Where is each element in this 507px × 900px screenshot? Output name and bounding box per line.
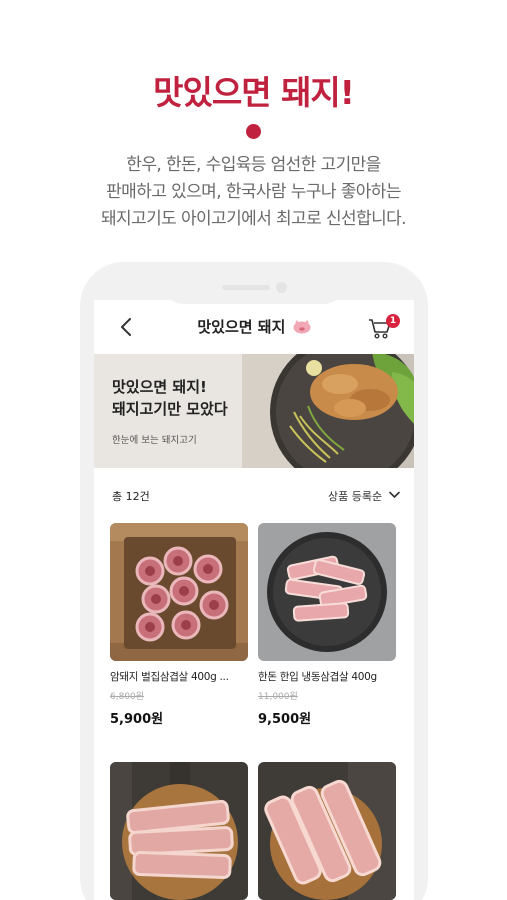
banner-title-line: 맛있으면 돼지! [112, 378, 207, 396]
product-name: 암돼지 벌집삼겹살 400g ... [110, 671, 229, 683]
sort-dropdown[interactable]: 상품 등록순 [328, 488, 382, 504]
chevron-down-icon[interactable] [389, 491, 400, 499]
promo-description-line: 돼지고기도 아이고기에서 최고로 신선합니다. [101, 209, 407, 229]
app-title-text: 맛있으면 돼지 [197, 318, 286, 336]
banner-title-line: 돼지고기만 모았다 [112, 400, 228, 418]
cart-count-badge: 1 [386, 314, 400, 328]
promo-headline: 맛있으면 돼지! [153, 73, 355, 112]
product-card[interactable] [110, 762, 248, 900]
list-toolbar: 총 12건 상품 등록순 [94, 488, 414, 508]
product-card[interactable]: 암돼지 벌집삼겹살 400g ... 6,800원 5,900원 [110, 523, 248, 727]
product-image [258, 762, 396, 900]
product-card[interactable] [258, 762, 396, 900]
phone-speaker [222, 285, 270, 290]
banner-title: 맛있으면 돼지! 돼지고기만 모았다 [112, 376, 228, 420]
product-image [258, 523, 396, 661]
promo-description-line: 한우, 한돈, 수입육등 엄선한 고기만을 [126, 155, 381, 175]
accent-dot [246, 124, 261, 139]
app-screen: 맛있으면 돼지 1 맛있으면 돼지! 돼지고기만 모았다 한눈에 보는 돼지고기… [94, 300, 414, 900]
banner-subtitle: 한눈에 보는 돼지고기 [112, 435, 197, 446]
promo-banner[interactable]: 맛있으면 돼지! 돼지고기만 모았다 한눈에 보는 돼지고기 [94, 354, 414, 468]
promo-description-line: 판매하고 있으며, 한국사람 누구나 좋아하는 [106, 182, 401, 202]
phone-camera [276, 282, 287, 293]
product-original-price: 6,800원 [110, 692, 145, 702]
product-original-price: 11,000원 [258, 692, 298, 702]
product-image [110, 523, 248, 661]
promo-description: 한우, 한돈, 수입육등 엄선한 고기만을 판매하고 있으며, 한국사람 누구나… [0, 152, 507, 233]
app-title: 맛있으면 돼지 [94, 316, 414, 337]
total-count: 총 12건 [112, 490, 150, 503]
product-card[interactable]: 한돈 한입 냉동삼겹살 400g 11,000원 9,500원 [258, 523, 396, 727]
product-price: 9,500원 [258, 712, 312, 727]
app-header: 맛있으면 돼지 1 [94, 300, 414, 352]
pig-icon [293, 320, 311, 334]
product-image [110, 762, 248, 900]
product-price: 5,900원 [110, 712, 164, 727]
product-name: 한돈 한입 냉동삼겹살 400g [258, 671, 377, 683]
banner-food-image [242, 354, 414, 468]
